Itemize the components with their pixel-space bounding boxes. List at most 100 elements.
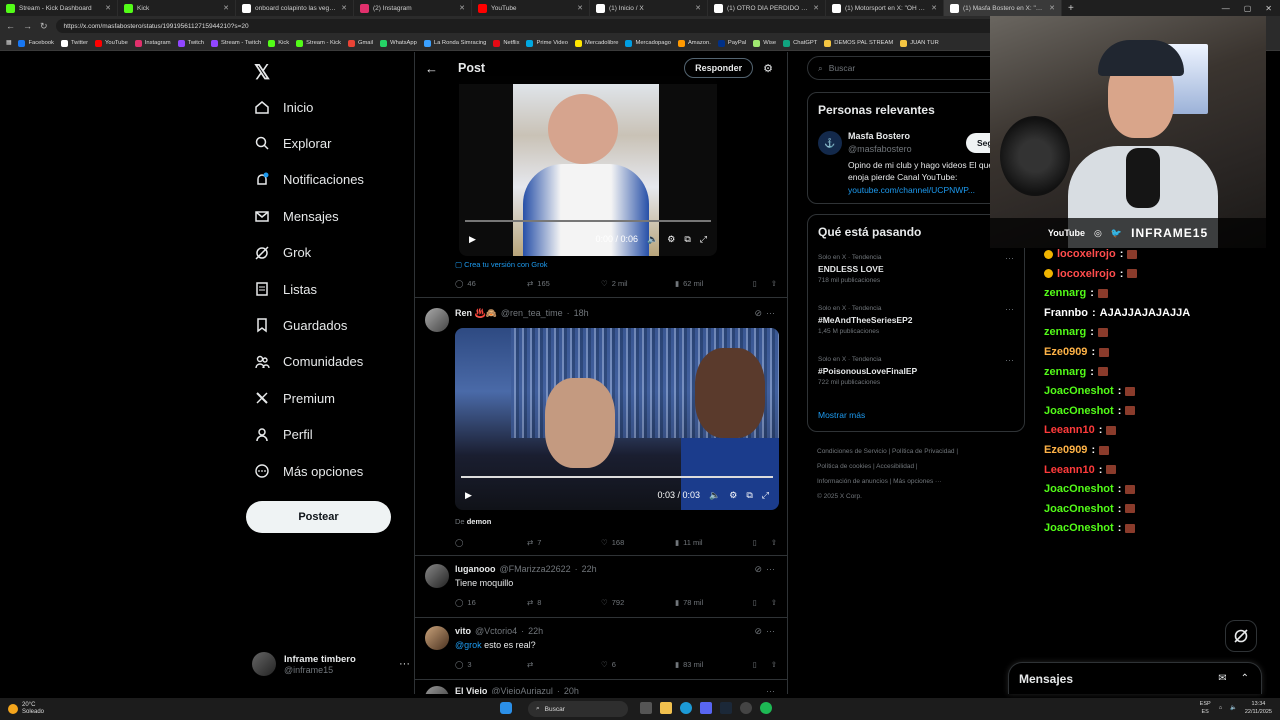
more-dots-icon[interactable]: ···: [766, 564, 775, 575]
folder-icon[interactable]: [660, 702, 672, 714]
grok-floating-icon[interactable]: [1225, 620, 1257, 652]
nav-item[interactable]: Comunidades: [254, 350, 363, 374]
bookmark-item[interactable]: WhatsApp: [380, 39, 417, 47]
bookmark-item[interactable]: Kick: [268, 39, 289, 47]
browser-tab[interactable]: onboard colapinto las vegas - Bu... ✕: [236, 0, 354, 16]
pip-icon[interactable]: ⧉: [746, 490, 752, 501]
nav-item[interactable]: Grok: [254, 241, 311, 265]
more-dots-icon[interactable]: ···: [766, 308, 775, 319]
share-icon[interactable]: ⇧: [771, 660, 777, 669]
bookmark-item[interactable]: Wise: [753, 39, 776, 47]
minimize-icon[interactable]: —: [1222, 4, 1230, 13]
weather-widget[interactable]: 20°C Soleado: [0, 702, 44, 716]
trend-item[interactable]: Solo en X · Tendencia ENDLESS LOVE 718 mil…: [808, 247, 1024, 298]
share-icon[interactable]: ⇧: [771, 279, 777, 288]
more-dots-icon[interactable]: ···: [1005, 304, 1014, 314]
bookmark-item[interactable]: Mercadolibre: [574, 39, 618, 47]
nav-item[interactable]: Más opciones: [254, 459, 363, 483]
like-stat[interactable]: ♡ 6: [601, 660, 675, 669]
close-tab-icon[interactable]: ✕: [341, 4, 347, 12]
apps-grid-icon[interactable]: ▦: [6, 40, 11, 46]
windows-start-icon[interactable]: [500, 702, 512, 714]
nav-item[interactable]: Perfil: [254, 423, 313, 447]
footer-link[interactable]: Condiciones de Servicio: [817, 448, 887, 455]
bookmark-item[interactable]: La Ronda Simracing: [423, 39, 486, 47]
repost-stat[interactable]: ⇄ 7: [527, 538, 601, 547]
nav-item[interactable]: Guardados: [254, 313, 347, 337]
close-tab-icon[interactable]: ✕: [813, 4, 819, 12]
browser-tab[interactable]: (1) OTRO DÍA PERDIDO en X: "... ✕: [708, 0, 826, 16]
trend-item[interactable]: Solo en X · Tendencia #MeAndTheeSeriesEP2…: [808, 298, 1024, 349]
pip-icon[interactable]: ⧉: [684, 234, 690, 245]
grok-icon[interactable]: ⊘: [754, 626, 762, 637]
url-field[interactable]: https://x.com/masfabostero/status/199195…: [55, 19, 996, 33]
settings-sliders-icon[interactable]: ⚙: [763, 62, 773, 75]
video-settings-icon[interactable]: ⚙: [667, 234, 675, 245]
forward-nav-icon[interactable]: →: [23, 21, 32, 31]
back-nav-icon[interactable]: ←: [6, 21, 15, 31]
close-tab-icon[interactable]: ✕: [695, 4, 701, 12]
messages-dock[interactable]: Mensajes ✉ ⌃: [1008, 662, 1262, 694]
language-indicator[interactable]: ESP ES: [1200, 700, 1211, 716]
like-stat[interactable]: ♡ 792: [601, 598, 675, 607]
repost-stat[interactable]: ⇄ 165: [527, 279, 601, 288]
reply-button[interactable]: Responder: [684, 58, 754, 78]
views-stat[interactable]: ▮ 83 mil: [675, 660, 739, 669]
reply-stat[interactable]: ◯ 3: [455, 660, 527, 669]
show-more-link[interactable]: Mostrar más: [818, 410, 865, 420]
reply-post[interactable]: luganooo @FMarizza22622 · 22h ⊘ ··· Tien…: [415, 555, 787, 617]
browser-tab[interactable]: (2) Instagram ✕: [354, 0, 472, 16]
reply-author[interactable]: luganooo: [455, 564, 496, 575]
nav-item[interactable]: Explorar: [254, 131, 331, 155]
volume-icon[interactable]: 🔈: [709, 490, 720, 501]
reply-stat[interactable]: ◯ 16: [455, 598, 527, 607]
close-tab-icon[interactable]: ✕: [1049, 4, 1055, 12]
like-stat[interactable]: ♡ 2 mil: [601, 279, 675, 288]
footer-link[interactable]: Política de Privacidad: [892, 448, 955, 455]
more-dots-icon[interactable]: ···: [766, 686, 775, 694]
video-settings-icon[interactable]: ⚙: [729, 490, 737, 501]
close-tab-icon[interactable]: ✕: [459, 4, 465, 12]
video-progress[interactable]: [465, 220, 711, 222]
nav-item[interactable]: Inicio: [254, 95, 313, 119]
nav-item[interactable]: Notificaciones: [254, 168, 364, 192]
taskbar-search[interactable]: ⌕ Buscar: [528, 701, 628, 717]
close-tab-icon[interactable]: ✕: [931, 4, 937, 12]
repost-stat[interactable]: ⇄ 8: [527, 598, 601, 607]
bookmark-icon[interactable]: ▯: [753, 598, 757, 607]
play-icon[interactable]: ▶: [465, 490, 472, 501]
fullscreen-icon[interactable]: ⤢: [762, 490, 769, 501]
nav-item[interactable]: Premium: [254, 386, 335, 410]
reply-post[interactable]: El Viejo @ViejoAuriazul · 20h ···: [415, 679, 787, 694]
views-stat[interactable]: ▮ 78 mil: [675, 598, 739, 607]
task-view-icon[interactable]: [640, 702, 652, 714]
volume-icon[interactable]: 🔈: [647, 234, 658, 245]
bookmark-icon[interactable]: ▯: [753, 279, 757, 288]
reply-author[interactable]: El Viejo: [455, 686, 487, 694]
bookmark-item[interactable]: YouTube: [95, 39, 128, 47]
bookmark-item[interactable]: ChatGPT: [783, 39, 817, 47]
account-switcher[interactable]: Inframe timbero @inframe15 ···: [252, 652, 410, 676]
footer-link[interactable]: Más opciones ···: [893, 478, 941, 485]
maximize-icon[interactable]: ▢: [1244, 4, 1252, 13]
close-window-icon[interactable]: ✕: [1265, 4, 1272, 13]
browser-tab[interactable]: (1) Motorsport en X: "OH MY GO... ✕: [826, 0, 944, 16]
reply-stat[interactable]: ◯ 46: [455, 279, 527, 288]
more-dots-icon[interactable]: ···: [1005, 355, 1014, 365]
reply-video[interactable]: ▶ 0:03 / 0:03 🔈 ⚙ ⧉ ⤢: [455, 328, 779, 510]
share-icon[interactable]: ⇧: [771, 598, 777, 607]
relevant-link[interactable]: youtube.com/channel/UCPNWP...: [848, 185, 975, 195]
share-icon[interactable]: ⇧: [771, 538, 777, 547]
close-tab-icon[interactable]: ✕: [577, 4, 583, 12]
grok-mention[interactable]: @grok: [455, 640, 482, 650]
browser-tab[interactable]: Stream - Kick Dashboard ✕: [0, 0, 118, 16]
trend-item[interactable]: Solo en X · Tendencia #PoisonousLoveFinal…: [808, 349, 1024, 400]
bookmark-icon[interactable]: ▯: [753, 660, 757, 669]
bookmark-item[interactable]: DEMOS PAL STREAM: [824, 39, 893, 47]
new-message-icon[interactable]: ✉: [1218, 673, 1226, 684]
bookmark-item[interactable]: Twitter: [60, 39, 88, 47]
reply-author[interactable]: Ren ♨️🙈: [455, 308, 497, 319]
browser-tab[interactable]: (1) Masfa Bostero en X: "Cha... ✕: [944, 0, 1062, 16]
post-button[interactable]: Postear: [246, 501, 391, 533]
bookmark-item[interactable]: Twitch: [177, 39, 204, 47]
